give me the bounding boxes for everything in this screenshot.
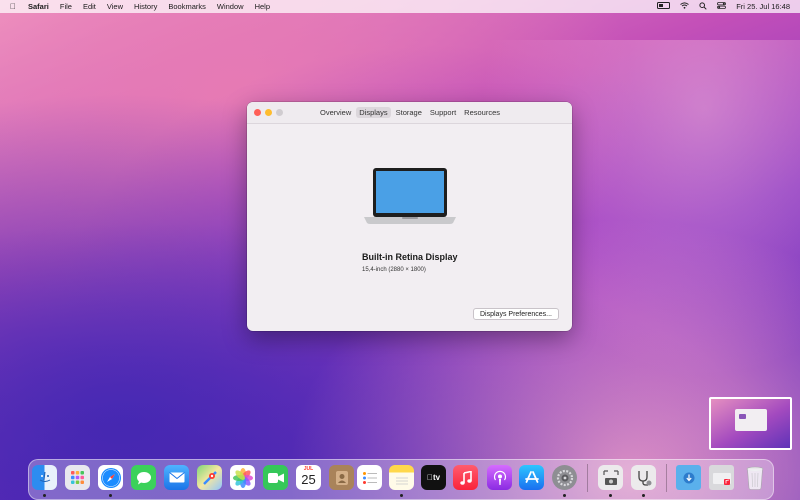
battery-icon[interactable]: [657, 2, 671, 11]
system-preferences-icon[interactable]: [552, 465, 577, 490]
facetime-icon[interactable]: [263, 465, 288, 490]
screenshot-app-icon[interactable]: [598, 465, 623, 490]
menu-edit[interactable]: Edit: [83, 2, 96, 11]
screenshot-thumbnail[interactable]: [709, 397, 792, 450]
zoom-button[interactable]: [276, 109, 283, 116]
dock-separator-2: [666, 464, 667, 492]
menu-history[interactable]: History: [134, 2, 157, 11]
photos-icon[interactable]: [230, 465, 255, 490]
control-center-icon[interactable]: [717, 2, 727, 11]
reminders-icon[interactable]: [357, 465, 382, 490]
displays-preferences-button[interactable]: Displays Preferences...: [473, 308, 559, 320]
tab-support[interactable]: Support: [427, 107, 459, 118]
tab-storage[interactable]: Storage: [393, 107, 425, 118]
system-information-running-dot: [642, 494, 645, 497]
podcasts-icon[interactable]: [487, 465, 512, 490]
search-icon[interactable]: [699, 1, 707, 12]
menu-file[interactable]: File: [60, 2, 72, 11]
thumbnail-window-preview: [735, 409, 767, 431]
about-this-mac-window: Overview Displays Storage Support Resour…: [247, 102, 572, 331]
safari-icon[interactable]: [98, 465, 123, 490]
launchpad-icon[interactable]: [65, 465, 90, 490]
menu-help[interactable]: Help: [255, 2, 270, 11]
tv-icon[interactable]: tv: [421, 465, 446, 490]
downloads-folder-icon[interactable]: [676, 465, 701, 490]
tv-label: tv: [429, 473, 440, 482]
system-information-icon[interactable]: [631, 465, 656, 490]
display-name: Built-in Retina Display: [362, 252, 458, 262]
messages-icon[interactable]: [131, 465, 156, 490]
calendar-icon[interactable]: JUL 25: [296, 465, 321, 490]
menu-clock[interactable]: Fri 25. Jul 16:48: [736, 2, 790, 11]
menu-bar:  Safari File Edit View History Bookmark…: [0, 0, 800, 13]
close-button[interactable]: [254, 109, 261, 116]
notes-icon[interactable]: [389, 465, 414, 490]
music-icon[interactable]: [453, 465, 478, 490]
mail-icon[interactable]: [164, 465, 189, 490]
safari-running-dot: [109, 494, 112, 497]
menu-app-name[interactable]: Safari: [28, 2, 49, 11]
window-titlebar[interactable]: Overview Displays Storage Support Resour…: [247, 102, 572, 124]
app-store-icon[interactable]: [519, 465, 544, 490]
menu-bookmarks[interactable]: Bookmarks: [168, 2, 206, 11]
contacts-icon[interactable]: [329, 465, 354, 490]
trash-icon[interactable]: [742, 465, 767, 490]
dock-separator: [587, 464, 588, 492]
display-size: 15,4-inch (2880 × 1800): [362, 267, 426, 273]
finder-running-dot: [43, 494, 46, 497]
system-preferences-running-dot: [563, 494, 566, 497]
wifi-icon[interactable]: [680, 2, 690, 11]
apple-icon[interactable]: : [10, 2, 16, 11]
documents-stack-icon[interactable]: [709, 465, 734, 490]
notes-running-dot: [400, 494, 403, 497]
tab-resources[interactable]: Resources: [461, 107, 503, 118]
tab-overview[interactable]: Overview: [317, 107, 354, 118]
screenshot-running-dot: [609, 494, 612, 497]
tab-displays[interactable]: Displays: [356, 107, 391, 118]
finder-icon[interactable]: [32, 465, 57, 490]
window-tabs: Overview Displays Storage Support Resour…: [317, 107, 505, 118]
maps-icon[interactable]: [197, 465, 222, 490]
menu-window[interactable]: Window: [217, 2, 244, 11]
calendar-day: 25: [301, 472, 316, 487]
minimize-button[interactable]: [265, 109, 272, 116]
laptop-display-illustration: [364, 168, 456, 224]
menu-view[interactable]: View: [107, 2, 123, 11]
